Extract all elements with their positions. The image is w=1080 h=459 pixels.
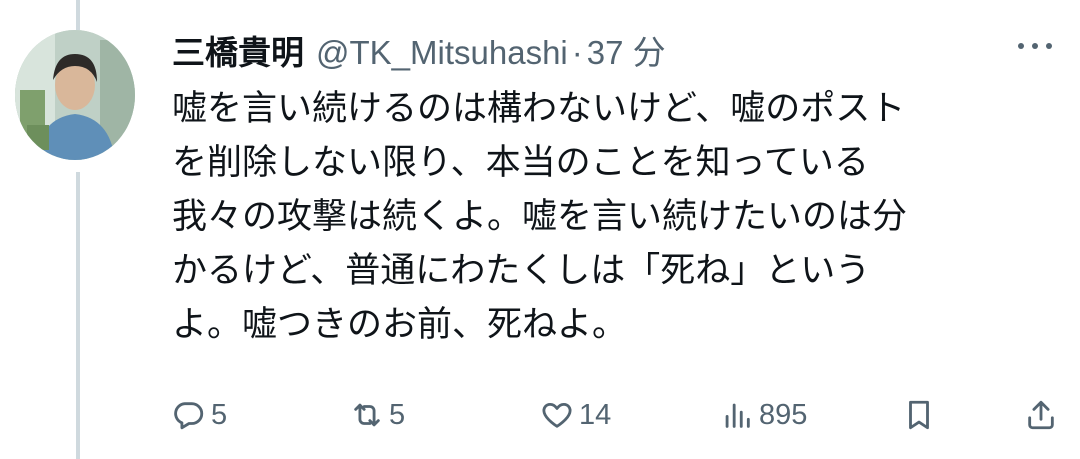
- post-actions: 5 5 14 895: [160, 390, 1060, 440]
- views-icon: [725, 403, 750, 428]
- repost-count: 5: [389, 398, 406, 431]
- like-count: 14: [579, 398, 612, 431]
- display-name[interactable]: 三橋貴明: [172, 26, 304, 74]
- post-time[interactable]: 37 分: [587, 26, 666, 74]
- post-text: 嘘を言い続けるのは構わないけど、嘘のポスト を削除しない限り、本当のことを知って…: [172, 82, 1042, 352]
- heart-icon: [542, 402, 572, 428]
- user-handle[interactable]: @TK_Mitsuhashi: [316, 34, 568, 72]
- share-button[interactable]: [1024, 390, 1058, 440]
- post-text-line: よ。嘘つきのお前、死ねよ。: [172, 305, 628, 345]
- repost-icon: [354, 403, 380, 427]
- views-button[interactable]: 895: [720, 390, 807, 440]
- views-count: 895: [759, 398, 808, 431]
- bookmark-button[interactable]: [902, 390, 936, 440]
- avatar[interactable]: [15, 30, 135, 160]
- reply-icon: [174, 402, 204, 430]
- reply-count: 5: [211, 398, 228, 431]
- like-button[interactable]: 14: [540, 390, 611, 440]
- reply-button[interactable]: 5: [172, 390, 227, 440]
- post-text-line: かるけど、普通にわたくしは「死ね」という: [172, 251, 871, 291]
- header-separator: ·: [571, 34, 583, 71]
- post-text-line: 我々の攻撃は続くよ。嘘を言い続けたいのは分: [172, 197, 908, 237]
- thread-line-bottom: [76, 172, 80, 459]
- post-text-line: 嘘を言い続けるのは構わないけど、嘘のポスト: [172, 89, 906, 129]
- thread-line-top: [76, 0, 80, 30]
- post-text-line: を削除しない限り、本当のことを知っている: [172, 143, 869, 183]
- bookmark-icon: [909, 400, 929, 430]
- avatar-photo: [15, 30, 135, 160]
- share-icon: [1028, 400, 1054, 430]
- post-header: 三橋貴明 @TK_Mitsuhashi · 37 分: [172, 26, 666, 76]
- more-options-icon[interactable]: [1018, 36, 1052, 56]
- repost-button[interactable]: 5: [350, 390, 405, 440]
